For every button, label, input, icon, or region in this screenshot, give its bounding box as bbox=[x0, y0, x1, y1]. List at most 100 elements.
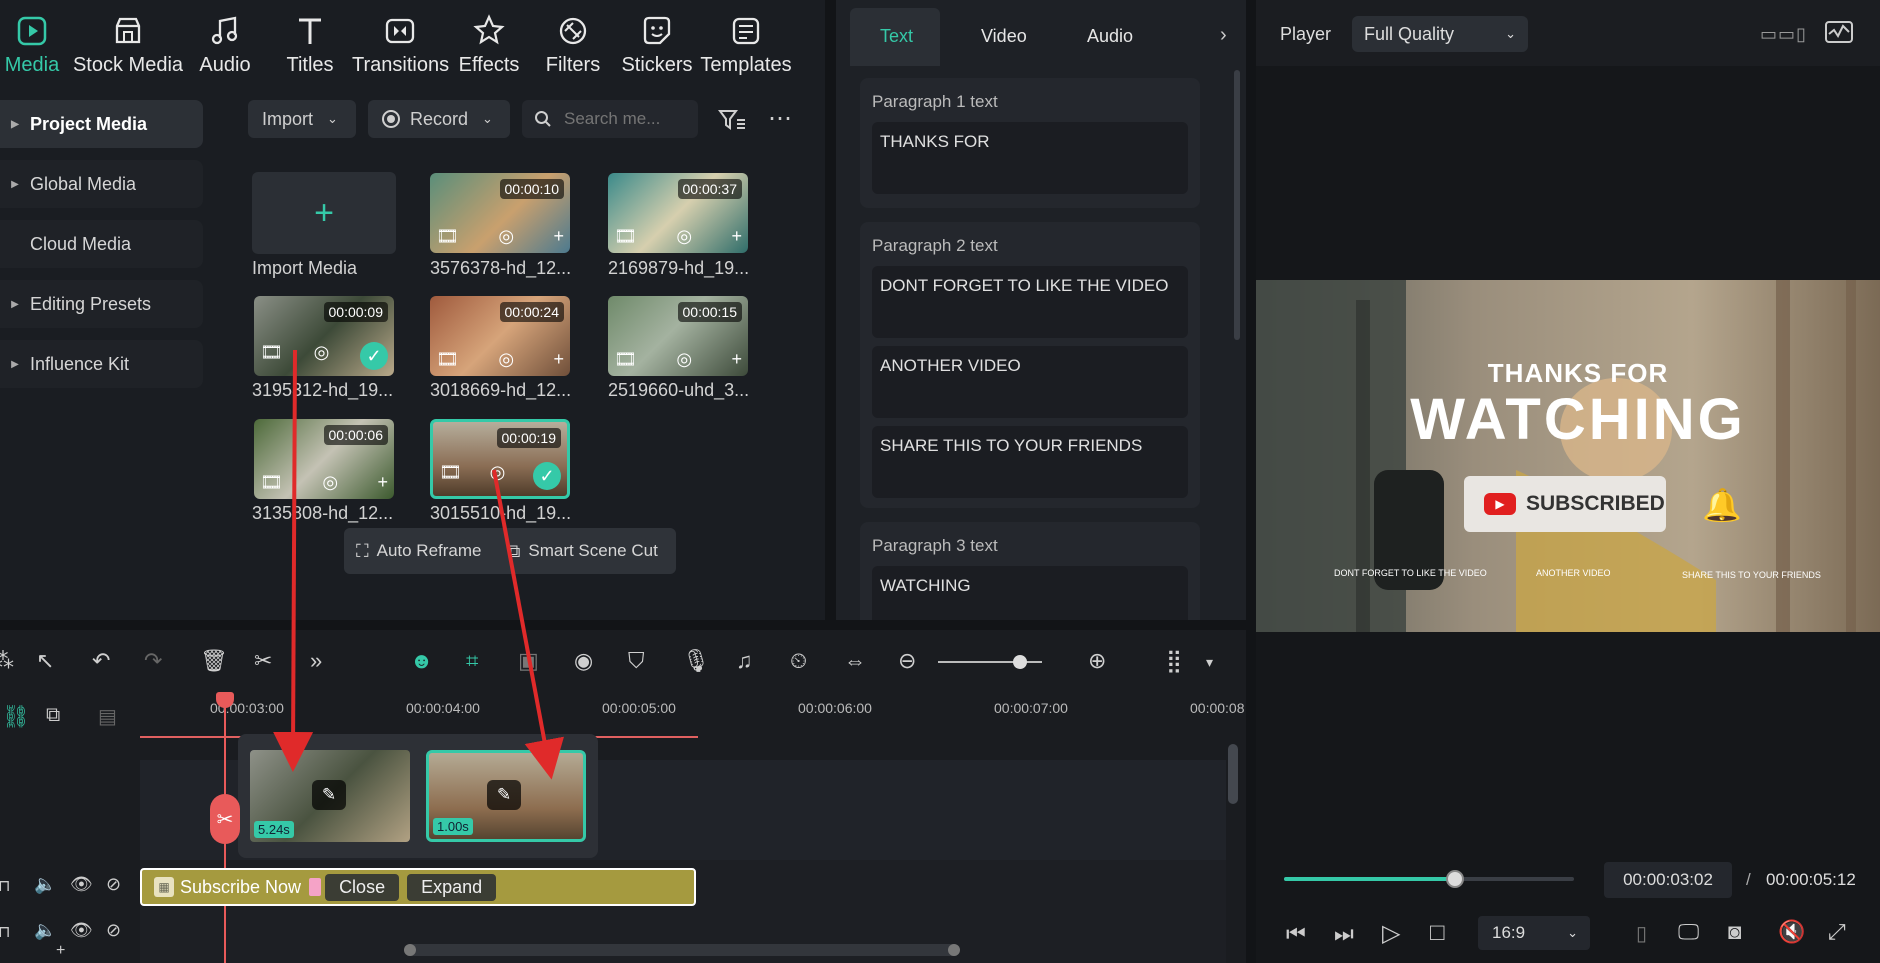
timeline-zoom-slider[interactable] bbox=[938, 655, 1042, 669]
layout-icon[interactable]: ⣿ bbox=[1166, 648, 1182, 674]
select-tool-icon[interactable]: ↖ bbox=[36, 648, 54, 674]
eye-icon[interactable]: 👁 bbox=[70, 874, 93, 895]
import-media-tile[interactable]: + bbox=[252, 172, 396, 254]
import-button[interactable]: Import ⌄ bbox=[248, 100, 356, 138]
chevron-right-icon[interactable]: › bbox=[1220, 24, 1227, 47]
split-scissors-icon[interactable]: ✂ bbox=[254, 648, 272, 674]
grid-tool-icon[interactable]: ⁂ bbox=[0, 648, 14, 674]
layout-grid-icon[interactable]: ▭▭▯ bbox=[1760, 24, 1807, 45]
paragraph-text-field[interactable]: WATCHING bbox=[872, 566, 1188, 620]
media-thumbnail[interactable]: 00:00:09 🎞 ◎ ✓ bbox=[254, 296, 394, 376]
sidebar-item-editing-presets[interactable]: ▶ Editing Presets bbox=[0, 280, 203, 328]
tab-audio[interactable]: Audio bbox=[183, 14, 267, 77]
more-tools-icon[interactable]: » bbox=[310, 648, 322, 674]
timeline-vertical-scrollbar[interactable] bbox=[1228, 744, 1238, 804]
snapshot-icon[interactable]: ◙ bbox=[1728, 919, 1741, 945]
zoom-out-icon[interactable]: ⊖ bbox=[898, 648, 916, 674]
search-box[interactable] bbox=[522, 100, 698, 138]
marker-icon[interactable]: ⛉ bbox=[628, 648, 645, 674]
redo-icon[interactable]: ↷ bbox=[144, 648, 162, 674]
paragraph-text-field[interactable]: DONT FORGET TO LIKE THE VIDEO bbox=[872, 266, 1188, 338]
more-options-icon[interactable]: ⋯ bbox=[768, 104, 792, 133]
video-preview[interactable]: THANKS FOR WATCHING ▶ SUBSCRIBED 🔔 DONT … bbox=[1256, 280, 1880, 632]
link-icon[interactable]: ⛓ bbox=[2, 704, 30, 730]
tab-filters[interactable]: Filters bbox=[531, 14, 615, 77]
tab-audio-properties[interactable]: Audio bbox=[1087, 26, 1133, 47]
edit-pencil-icon[interactable]: ✎ bbox=[312, 780, 346, 810]
media-thumbnail[interactable]: 00:00:06 🎞 ◎ + bbox=[254, 419, 394, 499]
media-thumbnail[interactable]: 00:00:10 🎞 ◎ + bbox=[430, 173, 570, 253]
timeline-horizontal-scrollbar[interactable] bbox=[404, 944, 960, 956]
tab-titles[interactable]: Titles bbox=[268, 14, 352, 77]
volume-icon[interactable]: 🔈 bbox=[34, 874, 56, 895]
phone-preview-icon[interactable]: ▯ bbox=[1636, 921, 1647, 946]
add-icon[interactable]: + bbox=[377, 472, 388, 493]
auto-reframe-button[interactable]: Auto Reframe bbox=[377, 541, 482, 561]
display-icon[interactable]: 🖵 bbox=[1678, 919, 1699, 945]
media-thumbnail[interactable]: 00:00:24 🎞 ◎ + bbox=[430, 296, 570, 376]
add-track-icon[interactable]: + bbox=[56, 942, 65, 960]
no-overlay-icon[interactable]: ⊘ bbox=[106, 874, 121, 895]
aspect-ratio-dropdown[interactable]: 16:9 ⌄ bbox=[1478, 916, 1590, 950]
tab-stock-media[interactable]: Stock Media bbox=[68, 14, 188, 77]
delete-icon[interactable]: 🗑 bbox=[200, 648, 228, 674]
smart-scene-cut-button[interactable]: Smart Scene Cut bbox=[528, 541, 657, 561]
zoom-in-icon[interactable]: ⊕ bbox=[1088, 648, 1106, 674]
eye-icon[interactable]: 👁 bbox=[70, 920, 93, 941]
audio-mix-icon[interactable]: ♫ bbox=[736, 648, 753, 674]
waveform-monitor-icon[interactable] bbox=[1824, 20, 1854, 49]
add-icon[interactable]: + bbox=[553, 349, 564, 370]
tab-transitions[interactable]: Transitions bbox=[352, 14, 449, 77]
play-icon[interactable]: ▷ bbox=[1382, 919, 1400, 948]
media-thumbnail[interactable]: 00:00:37 🎞 ◎ + bbox=[608, 173, 748, 253]
chevron-down-icon[interactable]: ▾ bbox=[1206, 654, 1213, 671]
no-overlay-icon[interactable]: ⊘ bbox=[106, 920, 121, 941]
quality-dropdown[interactable]: Full Quality ⌄ bbox=[1352, 16, 1528, 52]
add-icon[interactable]: + bbox=[731, 226, 742, 247]
properties-scrollbar[interactable] bbox=[1234, 70, 1240, 340]
media-thumbnail[interactable]: 00:00:19 🎞 ◎ ✓ bbox=[430, 419, 570, 499]
fit-timeline-icon[interactable]: ⇔ bbox=[844, 648, 866, 674]
playback-progress-track[interactable] bbox=[1284, 870, 1574, 888]
paragraph-text-field[interactable]: SHARE THIS TO YOUR FRIENDS bbox=[872, 426, 1188, 498]
undo-icon[interactable]: ↶ bbox=[92, 648, 110, 674]
sidebar-item-cloud-media[interactable]: Cloud Media bbox=[0, 220, 203, 268]
motion-icon[interactable]: ◉ bbox=[574, 648, 593, 674]
add-icon[interactable]: + bbox=[553, 226, 564, 247]
next-frame-icon[interactable]: ⏭ bbox=[1334, 921, 1354, 947]
timeline-ruler[interactable]: 00:00:03:00 00:00:04:00 00:00:05:00 00:0… bbox=[140, 692, 1246, 738]
add-icon[interactable]: + bbox=[731, 349, 742, 370]
paragraph-text-field[interactable]: ANOTHER VIDEO bbox=[872, 346, 1188, 418]
ai-assistant-icon[interactable]: ☻ bbox=[410, 648, 433, 674]
lock-icon[interactable]: ⊓ bbox=[0, 922, 10, 942]
record-button[interactable]: Record ⌄ bbox=[368, 100, 510, 138]
lock-icon[interactable]: ⊓ bbox=[0, 876, 10, 896]
link-clips-icon[interactable]: ⧉ bbox=[46, 704, 60, 727]
sidebar-item-global-media[interactable]: ▶ Global Media bbox=[0, 160, 203, 208]
tab-media[interactable]: Media bbox=[0, 14, 74, 77]
split-at-playhead-button[interactable]: ✂ bbox=[210, 794, 240, 844]
media-thumbnail[interactable]: 00:00:15 🎞 ◎ + bbox=[608, 296, 748, 376]
speed-icon[interactable]: ⏲ bbox=[790, 648, 807, 674]
tab-video[interactable]: Video bbox=[981, 26, 1027, 47]
expand-button[interactable]: Expand bbox=[407, 873, 497, 901]
fullscreen-icon[interactable]: ⤢ bbox=[1828, 919, 1846, 945]
paragraph-text-field[interactable]: THANKS FOR bbox=[872, 122, 1188, 194]
sidebar-item-project-media[interactable]: ▶ Project Media bbox=[0, 100, 203, 148]
tab-templates[interactable]: Templates bbox=[700, 14, 792, 77]
sidebar-item-influence-kit[interactable]: ▶ Influence Kit bbox=[0, 340, 203, 388]
playback-scrubber-handle[interactable] bbox=[1446, 870, 1465, 888]
tab-effects[interactable]: Effects bbox=[447, 14, 531, 77]
snap-icon[interactable]: ⌗ bbox=[466, 648, 478, 674]
filter-icon[interactable] bbox=[718, 108, 746, 137]
volume-icon[interactable]: 🔈 bbox=[34, 920, 56, 941]
track-settings-icon[interactable]: ▤ bbox=[98, 704, 117, 729]
close-button[interactable]: Close bbox=[325, 873, 400, 901]
tab-stickers[interactable]: Stickers bbox=[615, 14, 699, 77]
current-time-field[interactable]: 00:00:03:02 bbox=[1604, 862, 1732, 898]
edit-pencil-icon[interactable]: ✎ bbox=[487, 780, 521, 810]
timeline-clip[interactable]: ✎ 5.24s bbox=[250, 750, 410, 842]
tab-text[interactable]: Text bbox=[880, 26, 913, 47]
stop-icon[interactable]: □ bbox=[1430, 919, 1445, 947]
title-clip[interactable]: ▦ Subscribe Now Close Expand bbox=[140, 868, 696, 906]
